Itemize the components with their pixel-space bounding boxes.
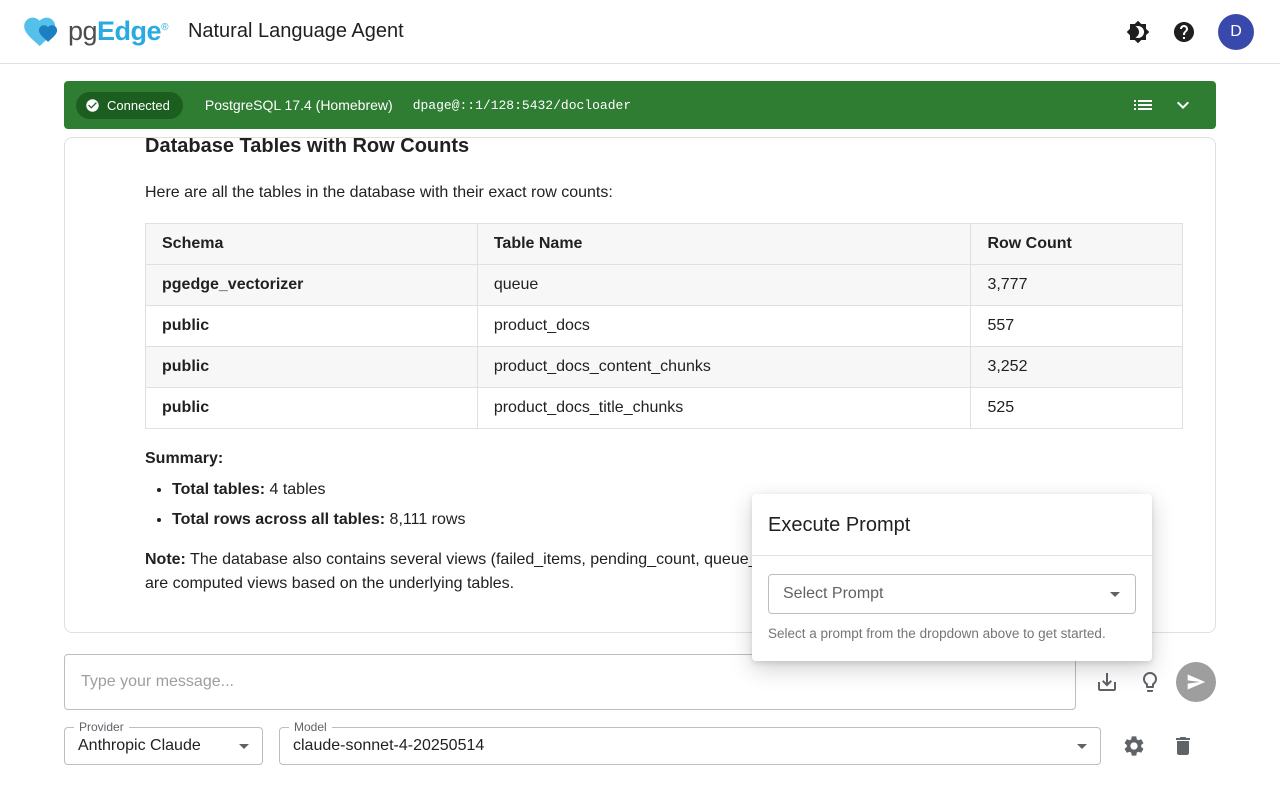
model-select-label: Model xyxy=(289,720,332,734)
cell-table-name: product_docs_content_chunks xyxy=(477,347,971,388)
help-button[interactable] xyxy=(1172,20,1196,44)
dialog-divider xyxy=(752,555,1152,556)
connection-bar: Connected PostgreSQL 17.4 (Homebrew) dpa… xyxy=(64,81,1216,129)
cell-table-name: product_docs xyxy=(477,306,971,347)
model-select-value: claude-sonnet-4-20250514 xyxy=(293,737,484,755)
note-label: Note: xyxy=(145,551,186,568)
table-row: public product_docs_content_chunks 3,252 xyxy=(146,347,1183,388)
trash-icon xyxy=(1171,734,1195,758)
execute-prompt-dialog: Execute Prompt Select Prompt Select a pr… xyxy=(752,494,1152,661)
connection-string: dpage@::1/128:5432/docloader xyxy=(413,98,631,113)
header-actions: D xyxy=(1126,14,1254,50)
provider-select[interactable]: Provider Anthropic Claude xyxy=(64,727,263,765)
cell-table-name: product_docs_title_chunks xyxy=(477,388,971,429)
provider-select-label: Provider xyxy=(74,720,129,734)
connected-status-badge: Connected xyxy=(76,92,183,119)
cell-row-count: 525 xyxy=(971,388,1183,429)
message-intro: Here are all the tables in the database … xyxy=(145,184,1183,202)
dialog-helper-text: Select a prompt from the dropdown above … xyxy=(752,624,1152,661)
send-button[interactable] xyxy=(1176,662,1216,702)
user-avatar[interactable]: D xyxy=(1218,14,1254,50)
check-circle-icon xyxy=(85,98,100,113)
arrow-drop-down-icon xyxy=(1103,582,1127,606)
connection-bar-actions xyxy=(1131,93,1195,117)
table-header-row: Schema Table Name Row Count xyxy=(146,224,1183,265)
cell-row-count: 557 xyxy=(971,306,1183,347)
composer-input-row xyxy=(64,654,1216,710)
send-icon xyxy=(1186,672,1206,692)
column-header-row-count: Row Count xyxy=(971,224,1183,265)
arrow-drop-down-icon xyxy=(232,734,256,758)
column-header-schema: Schema xyxy=(146,224,478,265)
list-icon xyxy=(1131,93,1155,117)
dialog-title: Execute Prompt xyxy=(752,494,1152,555)
dark-mode-icon xyxy=(1126,20,1150,44)
message-heading: Database Tables with Row Counts xyxy=(145,137,1183,161)
cell-row-count: 3,252 xyxy=(971,347,1183,388)
bullet-label: Total rows across all tables: xyxy=(172,511,385,528)
connection-list-button[interactable] xyxy=(1131,93,1155,117)
cell-schema: public xyxy=(146,388,478,429)
connection-collapse-button[interactable] xyxy=(1171,93,1195,117)
model-select[interactable]: Model claude-sonnet-4-20250514 xyxy=(279,727,1101,765)
table-row: public product_docs 557 xyxy=(146,306,1183,347)
arrow-drop-down-icon xyxy=(1070,734,1094,758)
connected-status-label: Connected xyxy=(107,98,170,113)
column-header-table-name: Table Name xyxy=(477,224,971,265)
cell-schema: pgedge_vectorizer xyxy=(146,265,478,306)
download-icon xyxy=(1095,670,1119,694)
lightbulb-icon xyxy=(1138,670,1162,694)
summary-heading: Summary: xyxy=(145,450,1183,468)
table-row: public product_docs_title_chunks 525 xyxy=(146,388,1183,429)
cell-table-name: queue xyxy=(477,265,971,306)
provider-select-value: Anthropic Claude xyxy=(78,737,201,755)
app-window: pgEdge® Natural Language Agent D Connect… xyxy=(0,0,1280,800)
app-header: pgEdge® Natural Language Agent D xyxy=(0,0,1280,64)
composer-settings-row: Provider Anthropic Claude Model claude-s… xyxy=(64,727,1216,781)
chevron-down-icon xyxy=(1171,93,1195,117)
pgedge-logo-text: pgEdge® xyxy=(68,16,168,47)
page-title: Natural Language Agent xyxy=(188,20,404,43)
message-input[interactable] xyxy=(64,654,1076,710)
cell-schema: public xyxy=(146,347,478,388)
prompt-select-label: Select Prompt xyxy=(783,585,1103,603)
cell-schema: public xyxy=(146,306,478,347)
prompts-button[interactable] xyxy=(1138,670,1162,694)
prompt-select[interactable]: Select Prompt xyxy=(768,574,1136,614)
table-row: pgedge_vectorizer queue 3,777 xyxy=(146,265,1183,306)
clear-chat-button[interactable] xyxy=(1171,734,1195,758)
dark-mode-toggle-button[interactable] xyxy=(1126,20,1150,44)
settings-button[interactable] xyxy=(1122,734,1146,758)
server-version-label: PostgreSQL 17.4 (Homebrew) xyxy=(205,97,393,113)
pgedge-logo-icon xyxy=(20,13,66,51)
cell-row-count: 3,777 xyxy=(971,265,1183,306)
pgedge-logo[interactable]: pgEdge® xyxy=(20,13,168,51)
settings-icon xyxy=(1122,734,1146,758)
download-button[interactable] xyxy=(1095,670,1119,694)
help-icon xyxy=(1172,20,1196,44)
bullet-label: Total tables: xyxy=(172,481,265,498)
bullet-value: 4 tables xyxy=(265,481,325,498)
row-counts-table: Schema Table Name Row Count pgedge_vecto… xyxy=(145,223,1183,429)
bullet-value: 8,111 rows xyxy=(385,511,465,528)
